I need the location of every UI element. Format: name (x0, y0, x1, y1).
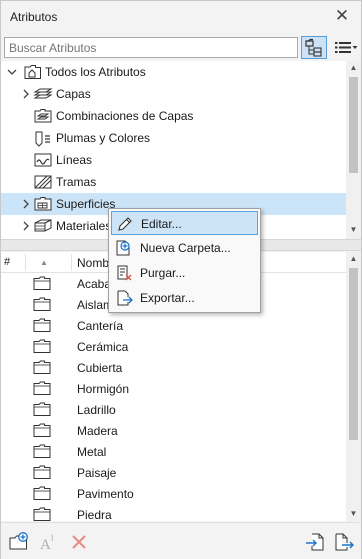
line-types-icon (33, 151, 53, 169)
attributes-root-icon (23, 63, 43, 81)
list-item[interactable]: Cerámica (1, 336, 346, 357)
delete-icon[interactable] (68, 531, 90, 553)
tree-item-label: Materiales (56, 219, 112, 233)
menu-item-label: Nueva Carpeta... (140, 241, 231, 255)
list-item[interactable]: Metal (1, 441, 346, 462)
scrollbar-thumb[interactable] (349, 268, 358, 440)
layers-icon (33, 85, 53, 103)
search-input[interactable] (4, 37, 298, 58)
menu-item-label: Editar... (141, 217, 182, 231)
tree-root[interactable]: Todos los Atributos (1, 61, 346, 83)
import-icon[interactable] (304, 531, 326, 553)
pens-colors-icon (33, 129, 53, 147)
folder-icon (33, 360, 51, 375)
bottom-toolbar: AI (1, 522, 361, 559)
menu-item-exportar[interactable]: Exportar... (111, 286, 258, 310)
folder-icon (33, 423, 51, 438)
tree-item-lineas[interactable]: Líneas (1, 149, 346, 171)
export-icon (115, 289, 133, 307)
chevron-right-icon[interactable] (21, 221, 31, 231)
folder-icon (33, 465, 51, 480)
chevron-right-icon[interactable] (21, 89, 31, 99)
menu-item-nueva-carpeta[interactable]: Nueva Carpeta... (111, 236, 258, 260)
column-index-header[interactable]: # (4, 256, 10, 268)
scroll-up-icon[interactable]: ▲ (346, 252, 361, 266)
folder-icon (33, 339, 51, 354)
menu-item-editar[interactable]: Editar... (111, 211, 258, 235)
svg-text:I: I (51, 533, 54, 543)
attributes-panel: Atributos ✕ Todos los Atribut (0, 0, 362, 559)
folder-icon (33, 444, 51, 459)
list-item[interactable]: Pavimento (1, 483, 346, 504)
folder-icon (33, 507, 51, 521)
list-item-name: Paisaje (77, 466, 117, 480)
fills-icon (33, 173, 53, 191)
scroll-up-icon[interactable]: ▲ (346, 61, 361, 75)
list-view-button[interactable] (332, 37, 358, 58)
chevron-down-icon[interactable] (7, 67, 17, 77)
panel-title: Atributos (10, 10, 58, 24)
layer-combinations-icon (33, 107, 53, 125)
folder-icon (33, 276, 51, 291)
tree-item-plumas[interactable]: Plumas y Colores (1, 127, 346, 149)
list-item[interactable]: Piedra (1, 504, 346, 521)
list-item[interactable]: Hormigón (1, 378, 346, 399)
list-view-icon (335, 42, 358, 53)
tree-root-label: Todos los Atributos (45, 65, 146, 79)
close-icon[interactable]: ✕ (332, 6, 352, 26)
rename-icon[interactable]: AI (38, 531, 60, 553)
tree-item-label: Superficies (56, 197, 116, 211)
tree-item-tramas[interactable]: Tramas (1, 171, 346, 193)
list-item-name: Hormigón (77, 382, 130, 396)
tree-view-icon (305, 38, 322, 57)
scroll-down-icon[interactable]: ▼ (346, 507, 361, 521)
list-scrollbar[interactable]: ▲ ▼ (346, 252, 361, 521)
folder-icon (33, 402, 51, 417)
menu-item-label: Exportar... (140, 291, 195, 305)
building-materials-icon (33, 217, 53, 235)
tree-scrollbar[interactable]: ▲ ▼ (346, 61, 361, 239)
title-bar: Atributos ✕ (1, 1, 361, 33)
surfaces-icon (33, 195, 53, 213)
tree-item-label: Plumas y Colores (56, 131, 151, 145)
menu-item-purgar[interactable]: Purgar... (111, 261, 258, 285)
purge-icon (115, 264, 133, 282)
list-item[interactable]: Ladrillo (1, 399, 346, 420)
folder-icon (33, 297, 51, 312)
list-item-name: Cantería (77, 319, 124, 333)
new-folder-icon[interactable] (8, 531, 30, 553)
folder-icon (33, 486, 51, 501)
menu-item-label: Purgar... (140, 266, 186, 280)
chevron-right-icon[interactable] (21, 199, 31, 209)
folder-icon (33, 318, 51, 333)
context-menu: Editar... Nueva Carpeta... Purgar... Exp… (108, 208, 261, 313)
list-item-name: Metal (77, 445, 107, 459)
list-item-name: Cubierta (77, 361, 123, 375)
list-item[interactable]: Paisaje (1, 462, 346, 483)
scroll-down-icon[interactable]: ▼ (346, 223, 361, 237)
tree-view-button[interactable] (301, 36, 327, 59)
list-item-name: Cerámica (77, 340, 129, 354)
tree-item-combinaciones[interactable]: Combinaciones de Capas (1, 105, 346, 127)
scrollbar-thumb[interactable] (349, 77, 358, 173)
sort-ascending-icon[interactable]: ▲ (40, 258, 48, 267)
tree-item-capas[interactable]: Capas (1, 83, 346, 105)
new-folder-icon (115, 239, 133, 257)
folder-icon (33, 381, 51, 396)
list-item-name: Pavimento (77, 487, 134, 501)
tree-item-label: Capas (56, 87, 91, 101)
list-item-name: Ladrillo (77, 403, 116, 417)
list-item-name: Piedra (77, 508, 112, 521)
tree-item-label: Líneas (56, 153, 93, 167)
list-item[interactable]: Cubierta (1, 357, 346, 378)
svg-text:A: A (40, 537, 51, 553)
list-item-name: Madera (77, 424, 118, 438)
tree-item-label: Combinaciones de Capas (56, 109, 194, 123)
pencil-icon (116, 215, 134, 233)
tree-item-label: Tramas (56, 175, 97, 189)
export-icon[interactable] (333, 531, 355, 553)
list-item[interactable]: Cantería (1, 315, 346, 336)
list-item[interactable]: Madera (1, 420, 346, 441)
